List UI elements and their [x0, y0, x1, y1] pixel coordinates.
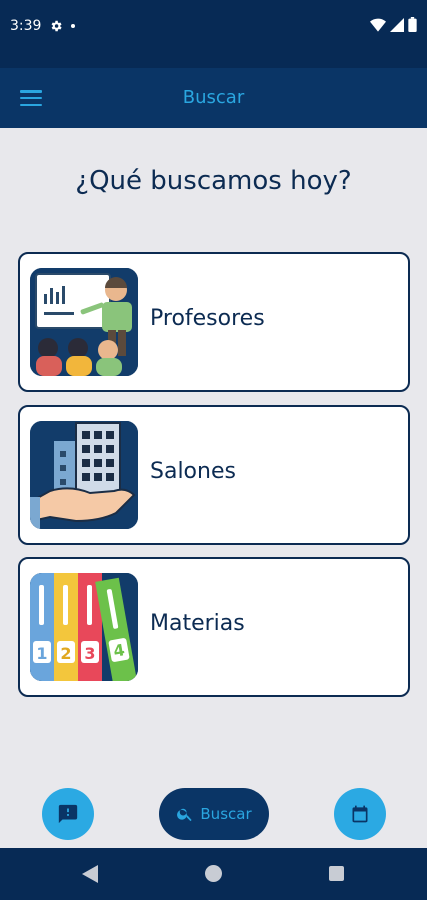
bottom-bar: Buscar — [0, 780, 427, 848]
status-left: 3:39 — [10, 18, 76, 34]
card-label: Profesores — [150, 306, 265, 331]
status-right — [370, 17, 417, 32]
back-triangle-icon[interactable] — [82, 865, 98, 883]
card-materias[interactable]: 1 2 3 4 Materias — [18, 557, 410, 697]
building-hand-icon — [30, 421, 138, 529]
svg-text:3: 3 — [84, 644, 95, 663]
books-binders-icon: 1 2 3 4 — [30, 573, 138, 681]
feedback-button[interactable] — [42, 788, 94, 840]
recents-square-icon[interactable] — [329, 866, 344, 881]
calendar-icon — [352, 805, 368, 823]
calendar-button[interactable] — [334, 788, 386, 840]
settings-gear-icon — [52, 20, 63, 32]
card-label: Salones — [150, 459, 236, 484]
search-button-label: Buscar — [200, 805, 252, 823]
card-label: Materias — [150, 611, 245, 636]
teacher-presentation-icon — [30, 268, 138, 376]
home-circle-icon[interactable] — [205, 865, 222, 882]
signal-icon — [390, 17, 404, 32]
search-button[interactable]: Buscar — [159, 788, 269, 840]
notification-dot-icon — [71, 24, 76, 28]
card-profesores[interactable]: Profesores — [18, 252, 410, 392]
svg-text:1: 1 — [36, 644, 47, 663]
app-bar-title: Buscar — [182, 87, 245, 108]
svg-text:2: 2 — [60, 644, 71, 663]
status-bar: 3:39 — [0, 0, 427, 56]
status-time: 3:39 — [10, 18, 42, 34]
system-nav-bar — [0, 848, 427, 900]
feedback-message-icon — [58, 804, 78, 824]
card-salones[interactable]: Salones — [18, 405, 410, 545]
page-title: ¿Qué buscamos hoy? — [75, 166, 352, 196]
status-bar-gap — [0, 56, 427, 68]
battery-icon — [408, 17, 417, 32]
search-icon — [177, 808, 192, 822]
wifi-icon — [370, 18, 386, 32]
app-bar: Buscar — [0, 68, 427, 128]
